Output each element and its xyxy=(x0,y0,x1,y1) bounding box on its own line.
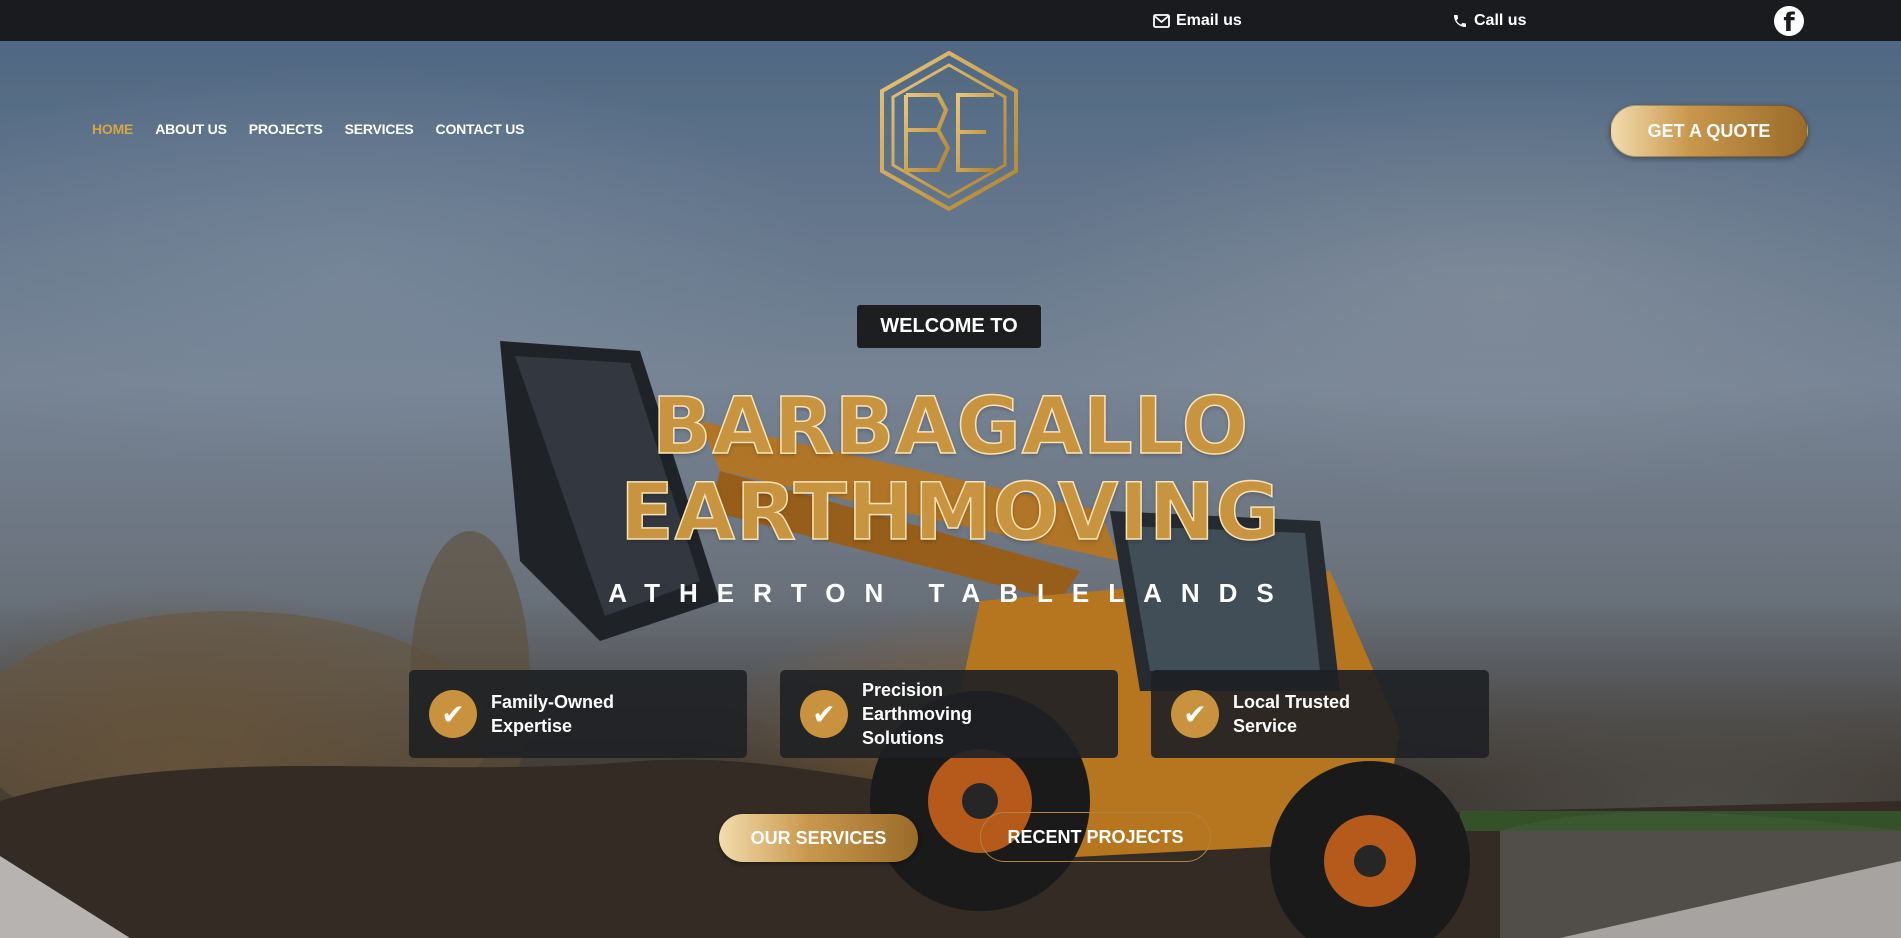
our-services-button[interactable]: OUR SERVICES xyxy=(719,814,918,862)
hero-title-line2: EARTHMOVING xyxy=(620,468,1281,558)
email-link[interactable]: Email us xyxy=(1153,0,1242,41)
main-nav: HOME ABOUT US PROJECTS SERVICES CONTACT … xyxy=(92,121,524,137)
feature-text: Family-Owned Expertise xyxy=(491,690,681,738)
recent-projects-button[interactable]: RECENT PROJECTS xyxy=(980,812,1211,862)
check-icon: ✔ xyxy=(429,690,477,738)
feature-line: Precision Earthmoving xyxy=(862,680,973,724)
nav-contact-us[interactable]: CONTACT US xyxy=(436,121,525,137)
nav-home[interactable]: HOME xyxy=(92,121,133,137)
top-bar: Email us Call us f xyxy=(0,0,1901,41)
feature-line: Family-Owned xyxy=(491,692,615,712)
call-label: Call us xyxy=(1474,11,1527,29)
hero-subtitle: ATHERTON TABLELANDS xyxy=(608,578,1293,608)
feature-line: Solutions xyxy=(862,728,944,748)
phone-icon xyxy=(1454,14,1466,27)
hero-title: BARBAGALLO EARTHMOVING xyxy=(0,382,1901,558)
nav-services[interactable]: SERVICES xyxy=(345,121,414,137)
nav-projects[interactable]: PROJECTS xyxy=(249,121,323,137)
feature-text: Precision Earthmoving Solutions xyxy=(862,678,1052,750)
get-a-quote-button[interactable]: GET A QUOTE xyxy=(1610,105,1808,157)
welcome-badge: WELCOME TO xyxy=(857,305,1041,348)
facebook-icon: f xyxy=(1774,5,1804,36)
nav-about-us[interactable]: ABOUT US xyxy=(155,121,227,137)
hero-title-line1: BARBAGALLO xyxy=(651,382,1250,472)
check-icon: ✔ xyxy=(1171,690,1219,738)
facebook-link[interactable]: f xyxy=(1774,0,1804,41)
feature-card: ✔ Local Trusted Service xyxy=(1151,670,1489,758)
feature-card: ✔ Family-Owned Expertise xyxy=(409,670,747,758)
check-icon: ✔ xyxy=(800,690,848,738)
feature-line: Expertise xyxy=(491,716,573,736)
call-link[interactable]: Call us xyxy=(1452,0,1526,41)
email-label: Email us xyxy=(1176,11,1242,29)
feature-line: Local Trusted xyxy=(1233,692,1351,712)
feature-card: ✔ Precision Earthmoving Solutions xyxy=(780,670,1118,758)
envelope-icon xyxy=(1153,13,1170,28)
feature-text: Local Trusted Service xyxy=(1233,690,1423,738)
feature-line: Service xyxy=(1233,716,1298,736)
logo-icon[interactable] xyxy=(876,50,1022,212)
